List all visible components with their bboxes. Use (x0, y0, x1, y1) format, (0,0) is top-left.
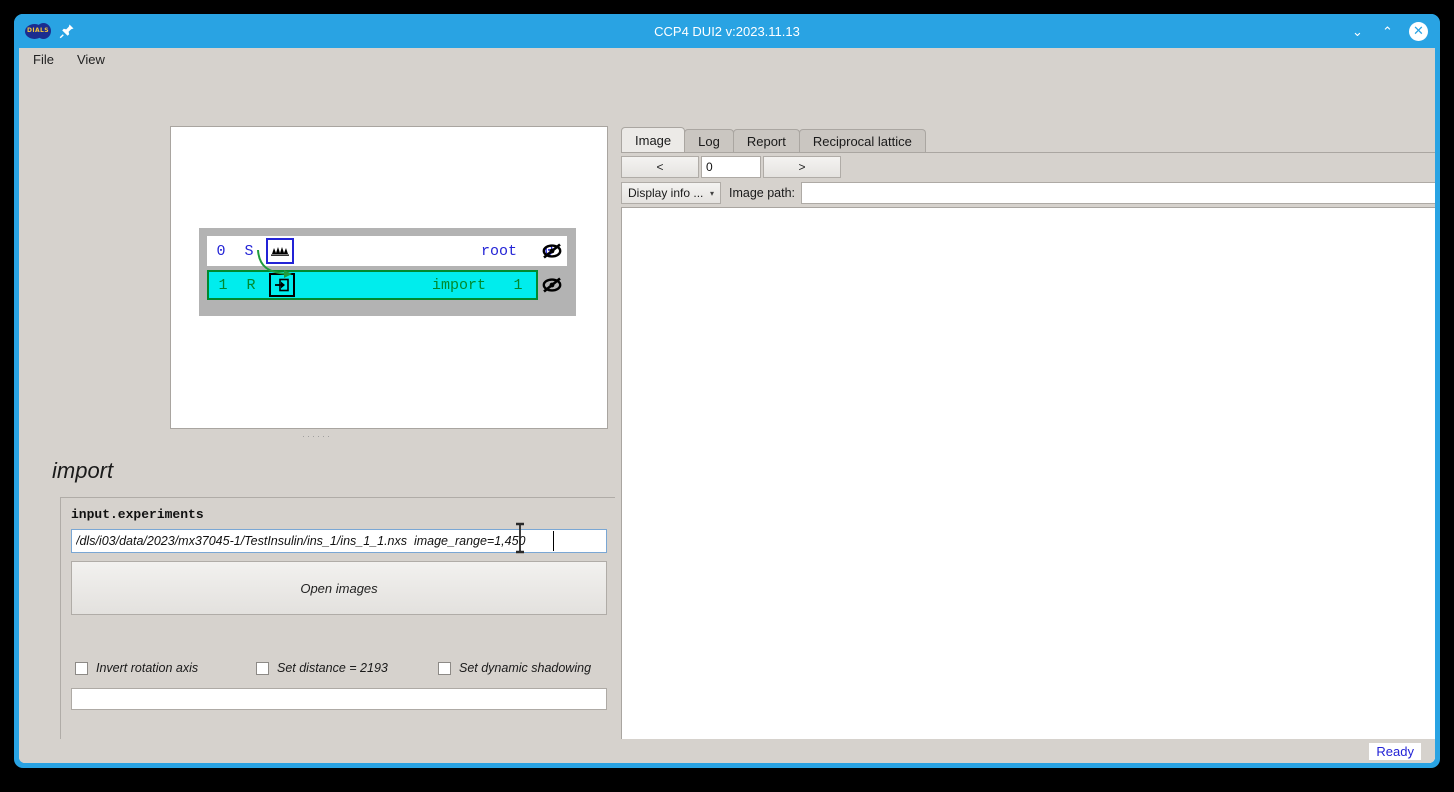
title-bar-left-icons: DIALS (14, 22, 75, 40)
client-area: File View 0 S root 0 1 R import 1 ······… (19, 48, 1435, 763)
checkbox-box (438, 661, 451, 675)
tree-node-title: root (480, 242, 517, 260)
tab-strip: Image Log Report Reciprocal lattice (621, 127, 926, 153)
previous-image-button[interactable]: < (621, 156, 699, 178)
tree-node-number: 1 (513, 276, 523, 294)
maximize-button[interactable]: ⌃ (1379, 23, 1396, 40)
parameters-group: input.experiments Open images Invert rot… (60, 497, 616, 753)
open-images-label: Open images (300, 580, 378, 596)
text-caret (553, 531, 554, 551)
checkbox-label: Set distance = 2193 (277, 661, 388, 675)
tab-image[interactable]: Image (621, 127, 686, 153)
dials-logo-label: DIALS (27, 26, 50, 34)
application-window: DIALS CCP4 DUI2 v:2023.11.13 ⌄ ⌃ ✕ File … (14, 14, 1440, 768)
hide-node-icon[interactable] (541, 274, 563, 296)
status-badge: Ready (1369, 742, 1421, 760)
status-bar: Ready (19, 739, 1435, 763)
image-display-canvas[interactable] (621, 207, 1435, 763)
image-navigation-row: < 0 > Scale = 1.00 (621, 154, 1435, 180)
checkbox-label: Set dynamic shadowing (459, 661, 592, 675)
right-pane: Image Log Report Reciprocal lattice < 0 … (615, 70, 1435, 763)
main-split: 0 S root 0 1 R import 1 ······ import in… (19, 70, 1435, 763)
minimize-button[interactable]: ⌄ (1349, 23, 1366, 40)
tab-log[interactable]: Log (684, 129, 734, 153)
hide-node-icon[interactable] (541, 240, 563, 262)
menu-item-file[interactable]: File (33, 52, 54, 67)
pipeline-tree-nodes: 0 S root 0 1 R import 1 (199, 228, 576, 316)
chevron-down-icon: ▾ (709, 188, 714, 198)
invert-rotation-axis-checkbox[interactable]: Invert rotation axis (75, 661, 198, 675)
tree-link-arrow-icon (257, 249, 292, 278)
ibeam-cursor-icon (516, 522, 524, 554)
display-info-dropdown[interactable]: Display info ... ▾ (621, 182, 721, 204)
tree-node-index: 0 (216, 242, 226, 260)
window-controls: ⌄ ⌃ ✕ (1349, 21, 1440, 41)
extra-parameters-field[interactable] (71, 688, 607, 710)
page-title: import (52, 458, 114, 483)
input-experiments-label: input.experiments (71, 507, 204, 522)
image-path-field[interactable] (801, 182, 1435, 204)
window-title: CCP4 DUI2 v:2023.11.13 (654, 23, 800, 39)
next-image-button[interactable]: > (763, 156, 841, 178)
tree-node-title: import (431, 276, 486, 294)
set-dynamic-shadowing-checkbox[interactable]: Set dynamic shadowing (438, 661, 591, 675)
image-info-row: Display info ... ▾ Image path: (621, 181, 1435, 205)
checkbox-label: Invert rotation axis (96, 661, 199, 675)
pushpin-icon[interactable] (59, 23, 75, 39)
menu-item-view[interactable]: View (77, 52, 105, 67)
tab-reciprocal-lattice[interactable]: Reciprocal lattice (798, 129, 926, 153)
display-info-label: Display info ... (628, 186, 704, 200)
menu-bar: File View (19, 48, 1435, 70)
tab-underline (621, 152, 1435, 153)
pipeline-tree-view[interactable]: 0 S root 0 1 R import 1 (170, 126, 608, 429)
image-index-input[interactable]: 0 (701, 156, 761, 178)
tab-report[interactable]: Report (732, 129, 800, 153)
checkbox-box (256, 661, 269, 675)
dials-logo-icon: DIALS (25, 22, 51, 40)
tree-node-index: 1 (218, 276, 228, 294)
set-distance-checkbox[interactable]: Set distance = 2193 (256, 661, 388, 675)
title-bar: DIALS CCP4 DUI2 v:2023.11.13 ⌄ ⌃ ✕ (14, 14, 1440, 48)
open-images-button[interactable]: Open images (71, 561, 607, 615)
left-pane: 0 S root 0 1 R import 1 ······ import in… (19, 70, 616, 763)
checkbox-box (75, 661, 88, 675)
splitter-handle[interactable]: ······ (302, 431, 332, 441)
image-path-label: Image path: (729, 186, 796, 200)
close-button[interactable]: ✕ (1409, 21, 1428, 41)
